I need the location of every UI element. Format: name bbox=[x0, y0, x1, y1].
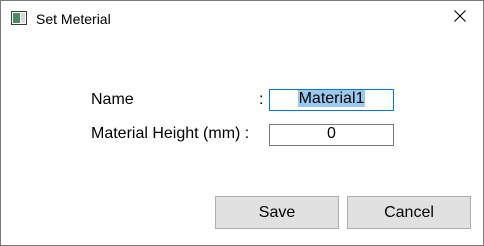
name-label: Name bbox=[91, 91, 134, 108]
save-button[interactable]: Save bbox=[215, 196, 339, 229]
window-title: Set Meterial bbox=[36, 11, 111, 27]
name-input[interactable]: Material1 bbox=[269, 89, 394, 111]
set-material-dialog: Set Meterial Name : Material1 Material H… bbox=[0, 0, 484, 246]
window-app-icon bbox=[11, 11, 27, 25]
material-height-input[interactable]: 0 bbox=[269, 124, 394, 146]
cancel-button[interactable]: Cancel bbox=[347, 196, 471, 229]
material-height-label: Material Height (mm) : bbox=[91, 125, 250, 142]
material-height-value: 0 bbox=[327, 125, 336, 142]
title-bar[interactable]: Set Meterial bbox=[1, 1, 483, 35]
name-input-selection: Material1 bbox=[297, 90, 366, 107]
name-colon: : bbox=[259, 91, 264, 108]
close-icon bbox=[454, 9, 466, 27]
close-button[interactable] bbox=[437, 1, 483, 35]
